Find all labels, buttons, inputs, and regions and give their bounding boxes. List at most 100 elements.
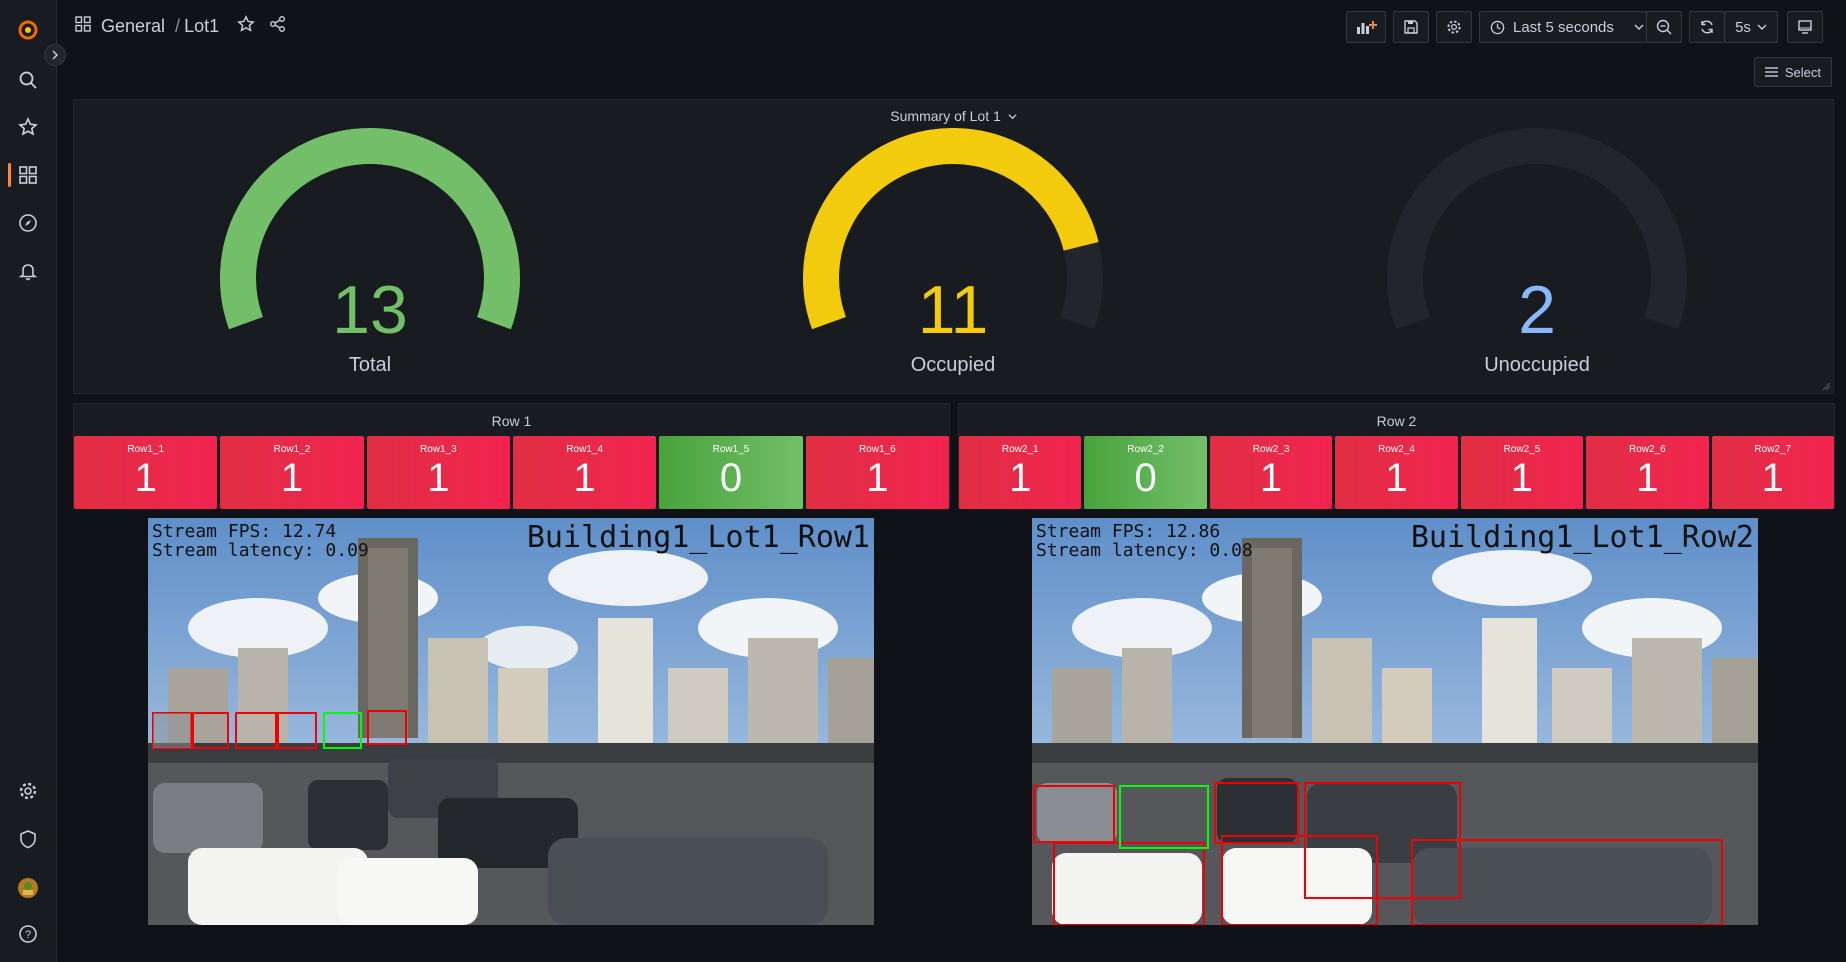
save-button[interactable] (1393, 11, 1429, 43)
select-label: Select (1784, 64, 1821, 80)
stat-label: Row2_5 (1503, 444, 1541, 455)
stat-value: 1 (1009, 456, 1032, 500)
help-icon[interactable]: ? (16, 922, 40, 946)
stat-value: 1 (573, 456, 596, 500)
refresh-interval-picker[interactable]: 5s (1724, 11, 1778, 43)
stat-label: Row1_1 (127, 444, 165, 455)
stat-label: Row1_4 (566, 444, 604, 455)
camera-image (148, 518, 874, 925)
stat-value: 1 (1761, 456, 1784, 500)
add-panel-button[interactable] (1346, 11, 1386, 43)
chevron-down-icon (1757, 24, 1767, 30)
avatar[interactable] (16, 876, 40, 900)
svg-text:?: ? (25, 929, 31, 941)
gear-icon[interactable] (16, 779, 40, 803)
stat-label: Row2_6 (1629, 444, 1666, 455)
stat-tile-row2-3: Row2_3 1 (1209, 436, 1333, 509)
stat-tile-row1-4: Row1_4 1 (513, 436, 657, 509)
stat-value: 1 (427, 456, 450, 500)
gauge-arc (1387, 128, 1687, 330)
refresh-button[interactable] (1689, 11, 1725, 43)
stat-value: 1 (1636, 456, 1659, 500)
tv-mode-button[interactable] (1787, 11, 1823, 43)
stat-label: Row2_4 (1378, 444, 1415, 455)
stat-value: 0 (1134, 456, 1157, 500)
share-icon[interactable] (269, 15, 287, 38)
stat-label: Row1_6 (858, 444, 896, 455)
row2-title: Row 2 (1376, 413, 1417, 429)
gauge-arc (220, 128, 520, 330)
alerting-icon[interactable] (16, 259, 40, 283)
stream-latency-text: Stream latency: 0.09 (152, 540, 369, 561)
shield-icon[interactable] (16, 827, 40, 851)
stat-label: Row2_2 (1127, 444, 1164, 455)
dashboards-icon (75, 16, 91, 37)
gauge-label: Unoccupied (1484, 354, 1590, 376)
stat-value: 1 (1510, 456, 1534, 500)
gear-icon (1447, 20, 1461, 34)
camera-feed-row2: Stream FPS: 12.86 Stream latency: 0.08 B… (1032, 518, 1758, 925)
refresh-icon (1701, 20, 1713, 34)
gauge-unoccupied: 2 Unoccupied (1372, 128, 1702, 388)
stat-value: 1 (866, 456, 889, 500)
gauge-total: 13 Total (205, 128, 535, 388)
stat-tile-row2-6: Row2_6 1 (1586, 436, 1709, 509)
camera-name-text: Building1_Lot1_Row2 (1410, 520, 1754, 555)
row1-title: Row 1 (491, 413, 532, 429)
grafana-logo-icon[interactable] (16, 18, 40, 42)
stat-tile-row1-5: Row1_5 0 (659, 436, 803, 509)
camera-name-text: Building1_Lot1_Row1 (526, 520, 870, 555)
stat-value: 1 (134, 456, 157, 500)
stat-label: Row1_3 (419, 444, 457, 455)
sidebar-expand-button[interactable] (44, 44, 66, 66)
active-indicator (8, 163, 11, 187)
refresh-interval-label: 5s (1735, 18, 1751, 36)
stat-tile-row2-1: Row2_1 1 (959, 436, 1082, 509)
sidebar: ? (0, 0, 57, 962)
breadcrumb-separator: / (175, 16, 181, 36)
zoom-out-icon (1656, 19, 1672, 35)
summary-panel-header[interactable]: Summary of Lot 1 (74, 108, 1833, 124)
zoom-out-button[interactable] (1646, 11, 1682, 43)
camera-feed-row1: Stream FPS: 12.74 Stream latency: 0.09 B… (148, 518, 874, 925)
add-panel-icon (1357, 21, 1377, 34)
stat-label: Row1_5 (712, 444, 750, 455)
time-range-label: Last 5 seconds (1513, 18, 1614, 36)
stat-label: Row1_2 (273, 444, 311, 455)
select-button[interactable]: Select (1753, 57, 1832, 87)
gauge-label: Occupied (910, 354, 996, 376)
chevron-down-icon (1634, 24, 1644, 30)
stream-latency-text: Stream latency: 0.08 (1036, 540, 1253, 561)
stat-label: Row2_1 (1001, 444, 1039, 455)
settings-button[interactable] (1436, 11, 1472, 43)
stat-label: Row2_3 (1252, 444, 1290, 455)
chevron-right-icon (52, 50, 59, 60)
clock-icon (1490, 20, 1505, 34)
star-icon[interactable] (16, 115, 40, 139)
save-icon (1404, 20, 1418, 34)
gauge-value: 13 (332, 272, 408, 348)
time-picker[interactable]: Last 5 seconds (1479, 11, 1647, 43)
stat-tile-row1-2: Row1_2 1 (220, 436, 364, 509)
stat-tile-row1-1: Row1_1 1 (74, 436, 218, 509)
breadcrumb-folder[interactable]: General (101, 16, 165, 37)
chevron-down-icon (1008, 114, 1017, 120)
monitor-icon (1798, 20, 1812, 34)
gauge-occupied: 11 Occupied (788, 128, 1118, 388)
stat-label: Row2_7 (1754, 444, 1792, 455)
stat-value: 1 (1259, 456, 1283, 500)
stream-fps-text: Stream FPS: 12.74 (152, 521, 337, 542)
dashboards-icon[interactable] (16, 163, 40, 187)
stat-tile-row1-6: Row1_6 1 (805, 436, 949, 509)
stat-value: 1 (280, 456, 304, 500)
gauge-value: 11 (917, 272, 989, 348)
resize-handle-icon[interactable] (1821, 381, 1831, 391)
breadcrumb-dashboard[interactable]: Lot1 (184, 16, 219, 37)
explore-icon[interactable] (16, 211, 40, 235)
stat-tile-row2-4: Row2_4 1 (1335, 436, 1458, 509)
camera-image (1032, 518, 1758, 925)
star-icon[interactable] (237, 15, 255, 38)
stat-value: 0 (719, 456, 743, 500)
search-icon[interactable] (16, 68, 40, 92)
stat-tile-row2-5: Row2_5 1 (1460, 436, 1584, 509)
